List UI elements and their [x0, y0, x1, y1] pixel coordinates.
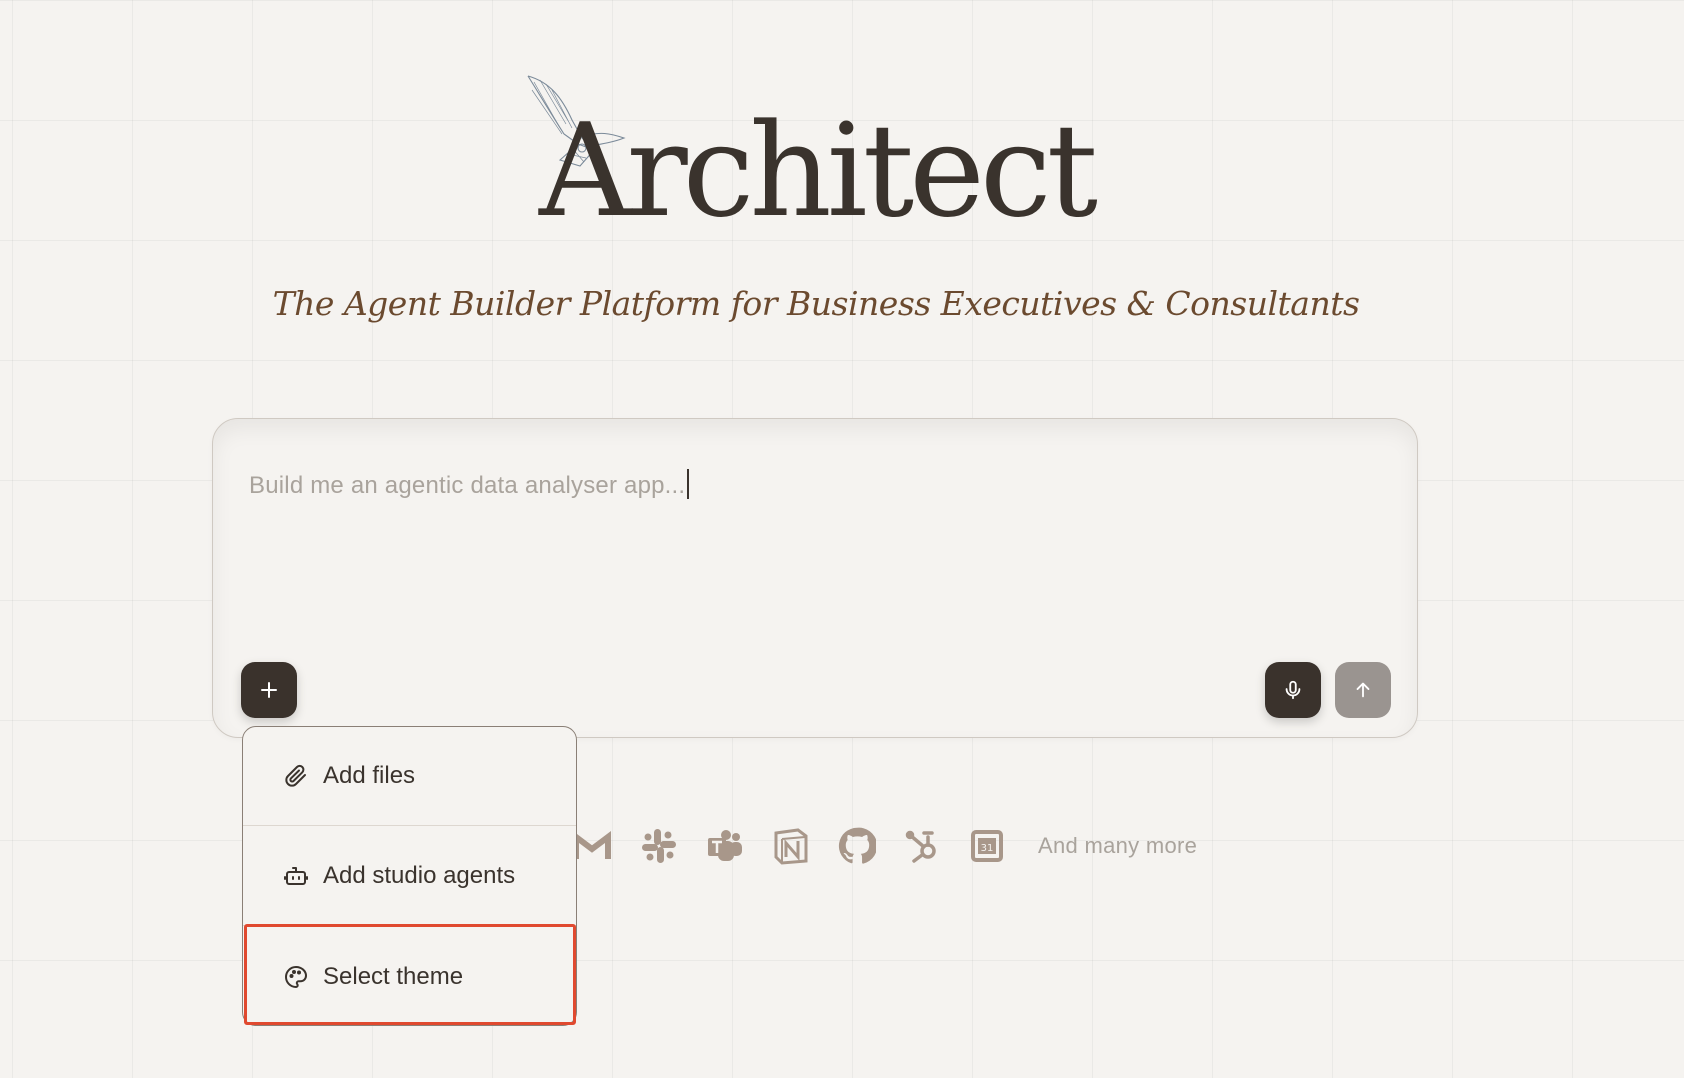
microphone-icon — [1285, 680, 1301, 700]
plus-icon — [261, 682, 277, 698]
robot-icon — [283, 863, 309, 889]
prompt-input[interactable]: Build me an agentic data analyser app... — [249, 469, 1349, 500]
prompt-composer[interactable]: Build me an agentic data analyser app... — [212, 418, 1418, 738]
microphone-button[interactable] — [1265, 662, 1321, 718]
integrations-row: 31 And many more — [572, 826, 1197, 866]
arrow-up-icon — [1356, 682, 1370, 698]
add-menu: Add files Add studio agents Select theme — [242, 726, 577, 1026]
menu-item-add-files[interactable]: Add files — [243, 727, 576, 826]
page-subtitle: The Agent Builder Platform for Business … — [272, 284, 1360, 323]
notion-icon — [774, 828, 808, 865]
github-icon — [838, 827, 876, 864]
slack-icon — [642, 829, 676, 863]
menu-item-label: Select theme — [323, 962, 464, 990]
teams-icon — [708, 830, 742, 861]
text-caret — [687, 469, 690, 499]
svg-text:31: 31 — [981, 843, 994, 854]
add-button[interactable] — [241, 662, 297, 718]
menu-item-add-studio-agents[interactable]: Add studio agents — [243, 827, 576, 926]
gmail-icon — [573, 831, 611, 859]
palette-icon — [283, 964, 309, 990]
page-title: Architect — [539, 97, 1098, 246]
hubspot-icon — [905, 830, 936, 863]
menu-item-label: Add files — [323, 762, 416, 789]
send-button[interactable] — [1335, 662, 1391, 718]
more-integrations-label: And many more — [1038, 833, 1198, 858]
menu-item-label: Add studio agents — [323, 862, 516, 889]
prompt-placeholder: Build me an agentic data analyser app... — [249, 472, 686, 499]
paperclip-icon — [283, 763, 309, 789]
menu-item-select-theme[interactable]: Select theme — [243, 927, 576, 1025]
google-calendar-icon: 31 — [971, 830, 1003, 862]
